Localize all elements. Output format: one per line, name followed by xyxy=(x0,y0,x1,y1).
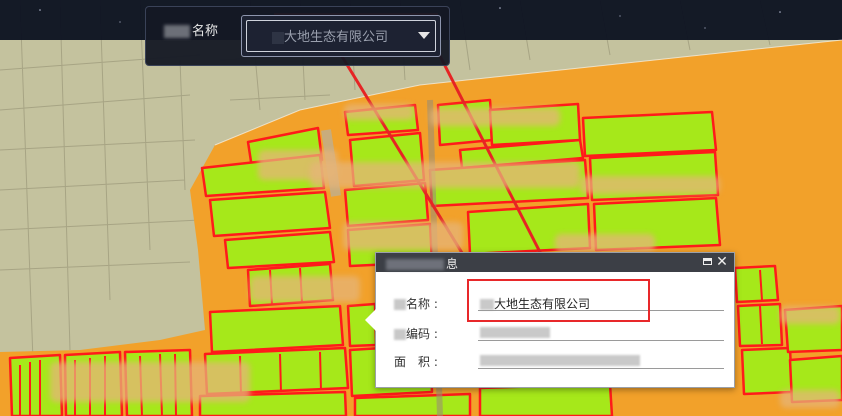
feature-info-popup: 息 ✕ 名称 : 大地生态有限公司 编码 : 面 积 : xyxy=(365,252,735,388)
field-row-area: 面 积 : xyxy=(394,351,724,369)
chevron-down-icon[interactable] xyxy=(418,32,430,39)
company-selector-panel: 名称 大地生态有限公司 xyxy=(145,6,450,66)
redacted-text xyxy=(480,299,494,310)
redacted-text xyxy=(164,25,190,38)
company-name-value: 大地生态有限公司 xyxy=(494,297,591,311)
field-underline xyxy=(478,310,724,311)
redacted-text xyxy=(386,259,444,270)
popup-title: 息 xyxy=(386,255,458,272)
selector-label: 名称 xyxy=(164,20,218,39)
redacted-text xyxy=(480,327,550,338)
field-label-text: 面 积 : xyxy=(394,355,438,369)
redacted-text xyxy=(394,329,406,340)
window-maximize-icon[interactable] xyxy=(703,258,712,265)
field-label: 名称 : xyxy=(394,295,438,312)
field-row-code: 编码 : xyxy=(394,323,724,341)
close-icon[interactable]: ✕ xyxy=(715,254,729,270)
popup-title-text: 息 xyxy=(446,257,459,271)
field-label: 面 积 : xyxy=(394,353,438,370)
selected-company-value: 大地生态有限公司 xyxy=(272,26,388,45)
company-select-dropdown[interactable]: 大地生态有限公司 xyxy=(241,15,441,57)
popup-pointer xyxy=(365,309,376,331)
field-value xyxy=(480,353,640,367)
redacted-text xyxy=(480,355,640,366)
field-label-text: 名称 : xyxy=(406,297,438,311)
redacted-text xyxy=(272,31,284,44)
redacted-text xyxy=(394,299,406,310)
selected-company-text: 大地生态有限公司 xyxy=(284,30,389,45)
selector-label-text: 名称 xyxy=(192,24,219,39)
field-row-name: 名称 : 大地生态有限公司 xyxy=(394,293,724,311)
field-value xyxy=(480,325,550,339)
field-label-text: 编码 : xyxy=(406,327,438,341)
field-label: 编码 : xyxy=(394,325,438,342)
popup-titlebar[interactable]: 息 ✕ xyxy=(376,253,734,272)
field-underline xyxy=(478,340,724,341)
field-underline xyxy=(478,368,724,369)
